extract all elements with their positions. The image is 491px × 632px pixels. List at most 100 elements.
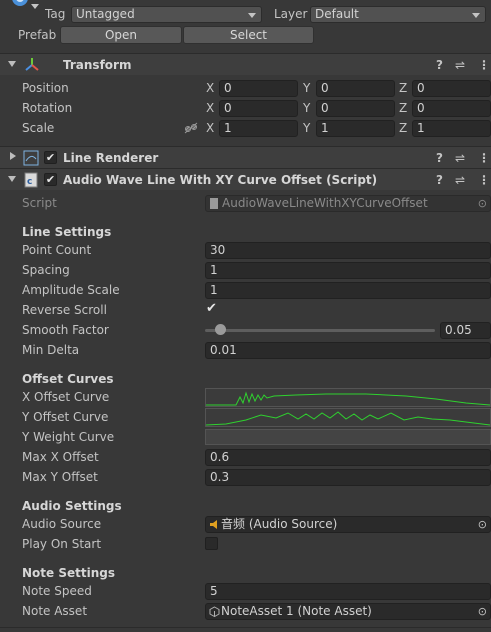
open-prefab-button[interactable]: Open	[60, 26, 182, 44]
rotation-z-field[interactable]: 0	[412, 100, 491, 117]
y-offset-curve-field[interactable]	[205, 408, 491, 427]
kebab-menu-icon[interactable]: ⋮	[478, 150, 490, 166]
script-label: Script	[22, 196, 57, 210]
min-delta-label: Min Delta	[22, 343, 80, 357]
note-asset-field[interactable]: NoteAsset 1 (Note Asset) ⊙	[205, 603, 491, 620]
tag-dropdown[interactable]: Untagged	[71, 6, 262, 23]
dropdown-arrow-icon[interactable]	[31, 4, 39, 9]
prefab-label: Prefab	[18, 28, 57, 42]
scale-z-field[interactable]: 1	[412, 120, 491, 137]
point-count-label: Point Count	[22, 243, 92, 257]
note-speed-label: Note Speed	[22, 584, 92, 598]
scale-y-field[interactable]: 1	[316, 120, 395, 137]
line-renderer-header[interactable]: ✔ Line Renderer ? ⇌ ⋮	[0, 146, 491, 168]
help-icon[interactable]: ?	[436, 172, 443, 188]
foldout-arrow-icon[interactable]	[10, 152, 16, 160]
scale-y-axis[interactable]: Y	[303, 120, 310, 136]
foldout-arrow-icon[interactable]	[8, 61, 16, 67]
unlink-icon[interactable]	[184, 122, 198, 137]
scale-z-axis[interactable]: Z	[399, 120, 407, 136]
position-y-axis[interactable]: Y	[303, 80, 310, 96]
scale-x-field[interactable]: 1	[219, 120, 298, 137]
script-component-title: Audio Wave Line With XY Curve Offset (Sc…	[63, 173, 378, 187]
max-y-offset-field[interactable]: 0.3	[205, 469, 491, 486]
object-picker-icon[interactable]: ⊙	[478, 604, 487, 619]
line-renderer-enabled-checkbox[interactable]: ✔	[44, 151, 57, 164]
foldout-arrow-icon[interactable]	[8, 176, 16, 182]
chevron-down-icon	[472, 13, 480, 18]
max-y-offset-label: Max Y Offset	[22, 470, 98, 484]
play-on-start-label: Play On Start	[22, 537, 102, 551]
script-file-icon	[209, 197, 219, 211]
smooth-factor-label: Smooth Factor	[22, 323, 109, 337]
layer-label: Layer	[274, 7, 308, 21]
note-settings-heading: Note Settings	[22, 566, 115, 580]
x-offset-curve-graph	[206, 391, 491, 406]
scale-label: Scale	[22, 121, 55, 135]
offset-curves-heading: Offset Curves	[22, 372, 114, 386]
presets-icon[interactable]: ⇌	[455, 150, 465, 166]
x-offset-curve-label: X Offset Curve	[22, 390, 110, 404]
rotation-z-axis[interactable]: Z	[399, 100, 407, 116]
layer-dropdown[interactable]: Default	[310, 6, 486, 23]
amplitude-scale-field[interactable]: 1	[205, 282, 491, 299]
position-z-axis[interactable]: Z	[399, 80, 407, 96]
point-count-field[interactable]: 30	[205, 242, 491, 259]
presets-icon[interactable]: ⇌	[455, 172, 465, 188]
note-asset-icon	[209, 606, 220, 619]
script-enabled-checkbox[interactable]: ✔	[44, 173, 57, 186]
script-object-field: AudioWaveLineWithXYCurveOffset ⊙	[205, 195, 491, 212]
line-renderer-title: Line Renderer	[63, 151, 159, 165]
spacing-label: Spacing	[22, 263, 70, 277]
transform-axes-icon	[24, 57, 40, 76]
reverse-scroll-checkbox[interactable]: ✔	[206, 302, 217, 316]
transform-title: Transform	[63, 58, 132, 72]
position-y-field[interactable]: 0	[316, 80, 395, 97]
scale-x-axis[interactable]: X	[206, 120, 214, 136]
position-x-axis[interactable]: X	[206, 80, 214, 96]
smooth-factor-field[interactable]: 0.05	[440, 322, 491, 339]
layer-value: Default	[315, 7, 359, 21]
script-component-header[interactable]: c ✔ Audio Wave Line With XY Curve Offset…	[0, 168, 491, 190]
x-offset-curve-field[interactable]	[205, 388, 491, 407]
select-prefab-button[interactable]: Select	[183, 26, 314, 44]
rotation-y-axis[interactable]: Y	[303, 100, 310, 116]
play-on-start-checkbox[interactable]	[205, 537, 218, 550]
kebab-menu-icon[interactable]: ⋮	[478, 172, 490, 188]
transform-header[interactable]: Transform ? ⇌ ⋮	[0, 53, 491, 75]
reverse-scroll-label: Reverse Scroll	[22, 303, 107, 317]
rotation-x-axis[interactable]: X	[206, 100, 214, 116]
audio-source-icon	[209, 519, 220, 532]
tag-label: Tag	[45, 7, 66, 21]
kebab-menu-icon[interactable]: ⋮	[478, 57, 490, 73]
note-speed-field[interactable]: 5	[205, 583, 491, 600]
line-settings-heading: Line Settings	[22, 225, 112, 239]
note-asset-label: Note Asset	[22, 604, 88, 618]
min-delta-field[interactable]: 0.01	[205, 342, 491, 359]
gameobject-icon[interactable]	[10, 0, 30, 10]
audio-source-field[interactable]: 音频 (Audio Source) ⊙	[205, 516, 491, 533]
chevron-down-icon	[248, 13, 256, 18]
max-x-offset-field[interactable]: 0.6	[205, 449, 491, 466]
tag-value: Untagged	[76, 7, 135, 21]
y-offset-curve-graph	[205, 411, 491, 426]
position-z-field[interactable]: 0	[412, 80, 491, 97]
line-renderer-icon	[23, 150, 39, 169]
help-icon[interactable]: ?	[436, 150, 443, 166]
audio-settings-heading: Audio Settings	[22, 499, 122, 513]
spacing-field[interactable]: 1	[205, 262, 491, 279]
rotation-x-field[interactable]: 0	[219, 100, 298, 117]
help-icon[interactable]: ?	[436, 57, 443, 73]
bottom-divider	[0, 627, 491, 628]
y-weight-curve-field[interactable]	[205, 429, 491, 445]
audio-source-value: 音频 (Audio Source)	[221, 517, 338, 531]
smooth-factor-slider-track[interactable]	[205, 329, 435, 332]
presets-icon[interactable]: ⇌	[455, 57, 465, 73]
position-x-field[interactable]: 0	[219, 80, 298, 97]
smooth-factor-slider-thumb[interactable]	[215, 324, 226, 335]
object-picker-icon[interactable]: ⊙	[478, 517, 487, 532]
audio-source-label: Audio Source	[22, 517, 102, 531]
rotation-y-field[interactable]: 0	[316, 100, 395, 117]
note-asset-value: NoteAsset 1 (Note Asset)	[221, 604, 372, 618]
object-picker-icon: ⊙	[477, 197, 487, 210]
